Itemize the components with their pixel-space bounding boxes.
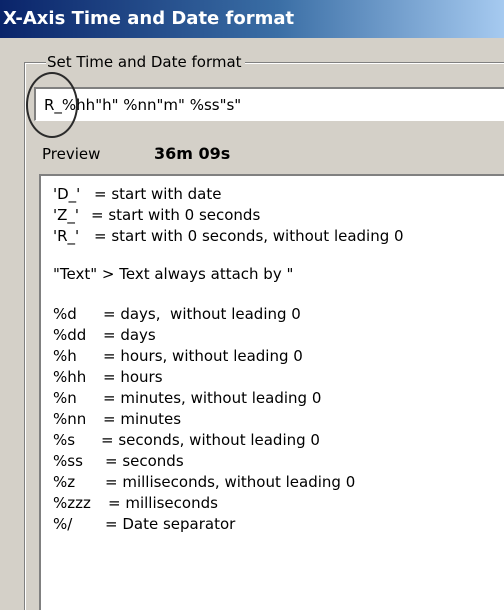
help-code: "Text" > Text always attach by "	[53, 265, 294, 283]
help-desc: = start with date	[94, 185, 222, 203]
help-code: %ss	[53, 452, 83, 470]
help-line: %/ = Date separator	[53, 514, 235, 534]
help-desc: = Date separator	[105, 515, 236, 533]
help-code: 'R_'	[53, 227, 80, 245]
help-desc: = minutes, without leading 0	[103, 389, 322, 407]
help-desc: = start with 0 seconds, without leading …	[94, 227, 404, 245]
groupbox-legend: Set Time and Date format	[46, 52, 245, 72]
help-code: %hh	[53, 368, 87, 386]
help-desc: = start with 0 seconds	[91, 206, 261, 224]
help-line: 'R_' = start with 0 seconds, without lea…	[53, 226, 404, 246]
help-desc: = days	[103, 326, 156, 344]
help-desc: = hours	[103, 368, 163, 386]
help-code: %dd	[53, 326, 87, 344]
help-line: %n = minutes, without leading 0	[53, 388, 321, 408]
help-line: %z = milliseconds, without leading 0	[53, 472, 355, 492]
help-line: %dd = days	[53, 325, 156, 345]
help-code: %/	[53, 515, 73, 533]
help-code: %zzz	[53, 494, 91, 512]
help-desc: = hours, without leading 0	[103, 347, 303, 365]
help-code: %z	[53, 473, 76, 491]
title-bar[interactable]: X-Axis Time and Date format	[0, 0, 504, 38]
help-line: %h = hours, without leading 0	[53, 346, 303, 366]
help-desc: = milliseconds	[108, 494, 218, 512]
help-line: %ss = seconds	[53, 451, 184, 471]
help-code: %h	[53, 347, 77, 365]
help-desc: = minutes	[103, 410, 182, 428]
format-help-box[interactable]: 'D_' = start with date 'Z_' = start with…	[39, 174, 504, 610]
help-code: %d	[53, 305, 77, 323]
help-desc: = seconds	[105, 452, 184, 470]
help-desc: = days, without leading 0	[103, 305, 301, 323]
help-desc: = seconds, without leading 0	[101, 431, 320, 449]
help-code: 'Z_'	[53, 206, 80, 224]
preview-label: Preview	[42, 145, 101, 163]
help-line: %hh = hours	[53, 367, 163, 387]
help-desc: = milliseconds, without leading 0	[105, 473, 356, 491]
format-input[interactable]	[34, 87, 504, 121]
help-line: 'D_' = start with date	[53, 184, 221, 204]
help-code: 'D_'	[53, 185, 81, 203]
window-title: X-Axis Time and Date format	[3, 8, 295, 29]
help-line: %d = days, without leading 0	[53, 304, 301, 324]
help-line: %s = seconds, without leading 0	[53, 430, 320, 450]
preview-value: 36m 09s	[154, 144, 231, 163]
help-code: %s	[53, 431, 76, 449]
help-line: %nn = minutes	[53, 409, 181, 429]
help-line: 'Z_' = start with 0 seconds	[53, 205, 260, 225]
help-code: %nn	[53, 410, 87, 428]
help-line: %zzz = milliseconds	[53, 493, 218, 513]
format-dialog: X-Axis Time and Date format Set Time and…	[0, 0, 504, 610]
help-line: "Text" > Text always attach by "	[53, 264, 293, 284]
help-code: %n	[53, 389, 77, 407]
